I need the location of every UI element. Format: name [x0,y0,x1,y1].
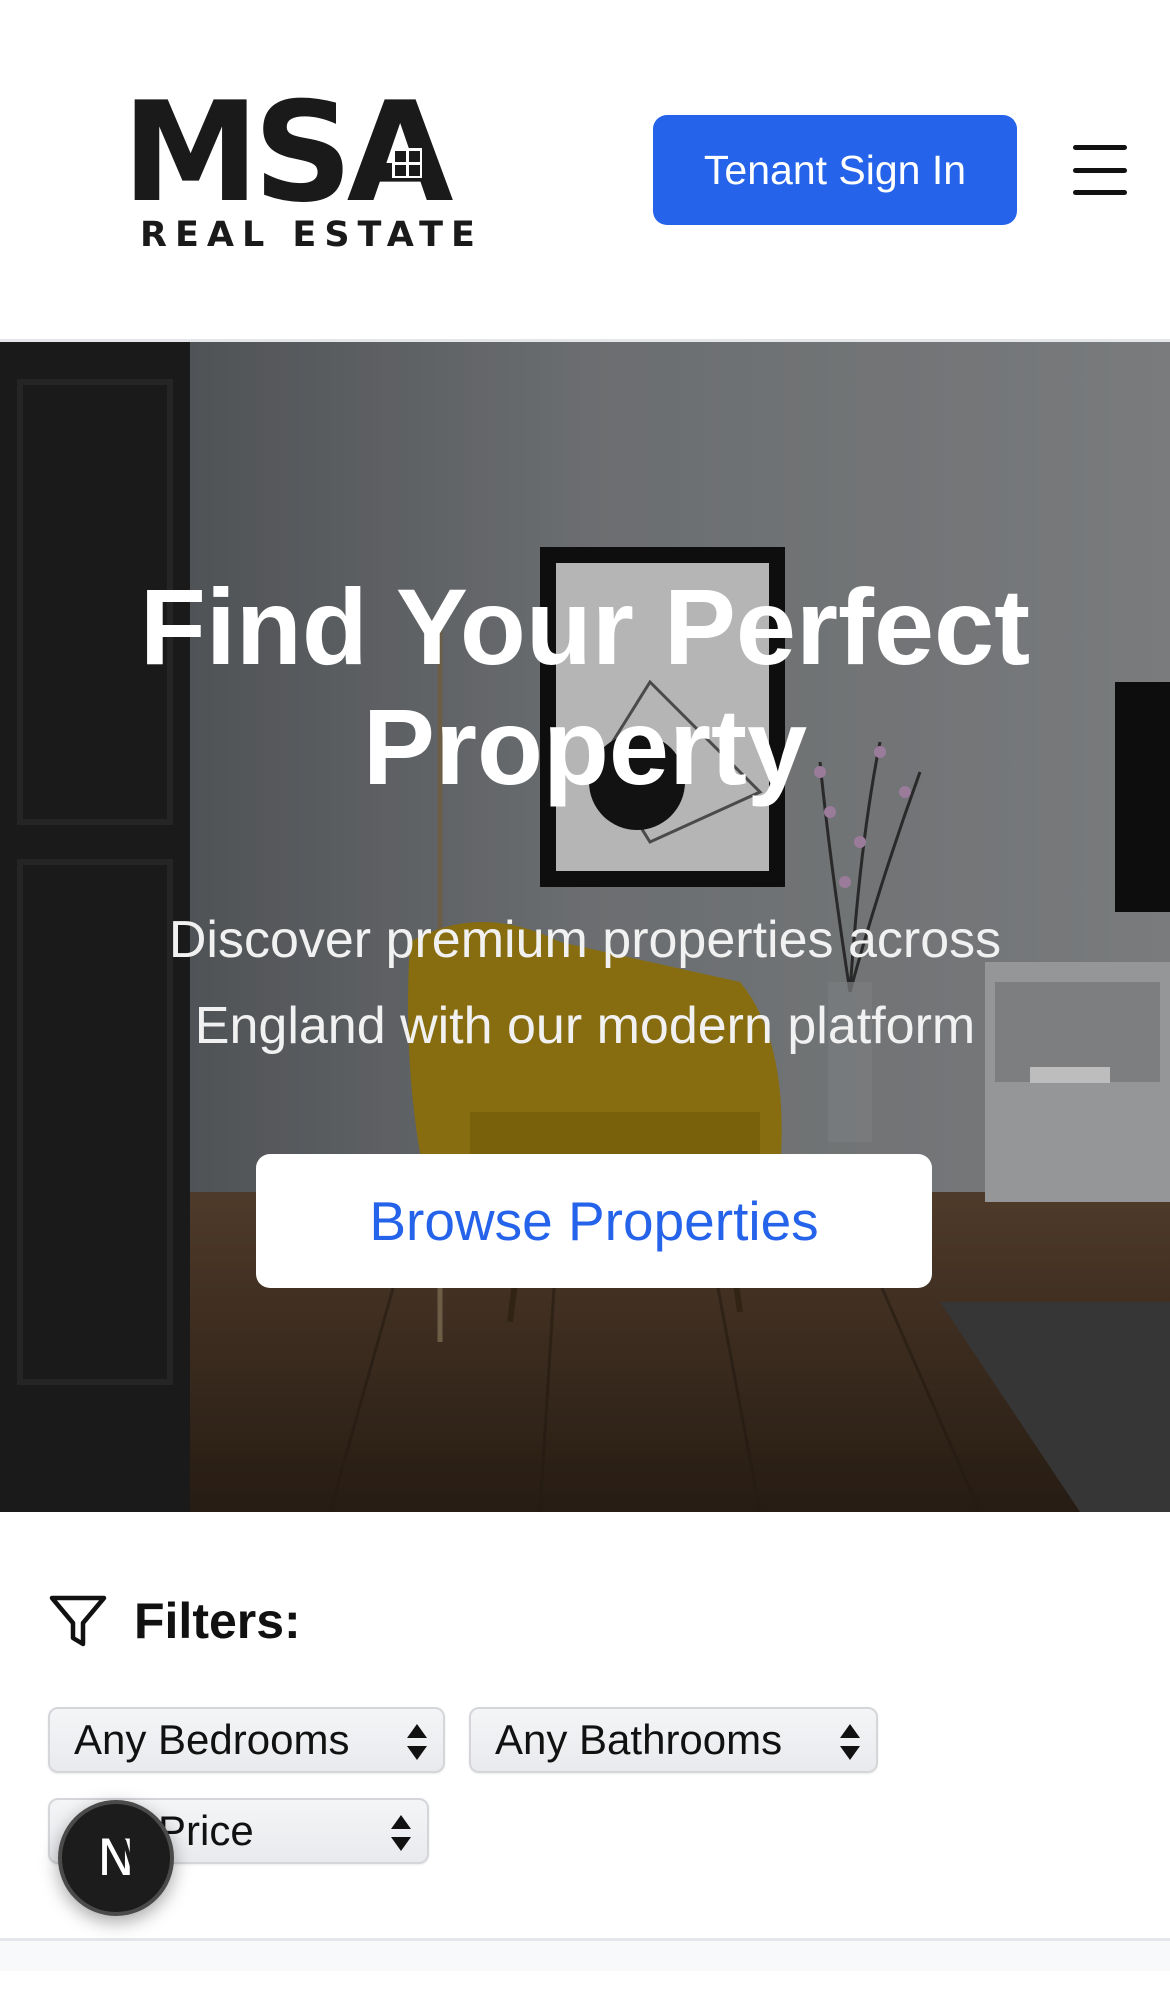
filters-section: Filters: Any Bedrooms Any Bathrooms Any … [0,1512,1170,1942]
site-header: MSA REAL ESTATE Tenant Sign In [0,0,1170,342]
hero-subtitle: Discover premium properties across Engla… [168,911,1002,1055]
select-arrows-icon [391,1815,411,1851]
hero-section: Find Your Perfect Property Discover prem… [0,342,1170,1512]
menu-bar [1073,145,1127,150]
bedrooms-select-value: Any Bedrooms [74,1716,350,1763]
n-logo-icon: N [97,1829,138,1887]
menu-bar [1073,167,1127,173]
bedrooms-select[interactable]: Any Bedrooms [48,1707,445,1773]
logo-window-pane [409,165,420,176]
logo-window-pane [409,151,420,162]
floating-n-badge-button[interactable]: N [58,1800,174,1916]
bathrooms-select-value: Any Bathrooms [495,1716,783,1763]
logo-mark: MSA [122,88,460,210]
hero-title: Find Your Perfect Property [139,566,1031,807]
tenant-sign-in-button[interactable]: Tenant Sign In [653,115,1017,225]
browse-properties-button[interactable]: Browse Properties [256,1154,932,1288]
page: MSA REAL ESTATE Tenant Sign In Find Your… [0,0,1170,1992]
logo-window-pane [395,165,406,176]
select-arrows-icon [407,1724,427,1760]
next-section-strip [0,1941,1170,1971]
filters-label: Filters: [134,1593,301,1649]
logo-secondary-text: REAL ESTATE [140,215,483,255]
hamburger-menu-icon[interactable] [1070,140,1130,200]
bathrooms-select[interactable]: Any Bathrooms [469,1707,878,1773]
msa-real-estate-logo[interactable]: MSA REAL ESTATE [122,88,475,258]
filter-funnel-icon [49,1595,107,1647]
select-arrows-icon [840,1724,860,1760]
menu-bar [1073,190,1127,195]
logo-window-pane [395,151,406,162]
